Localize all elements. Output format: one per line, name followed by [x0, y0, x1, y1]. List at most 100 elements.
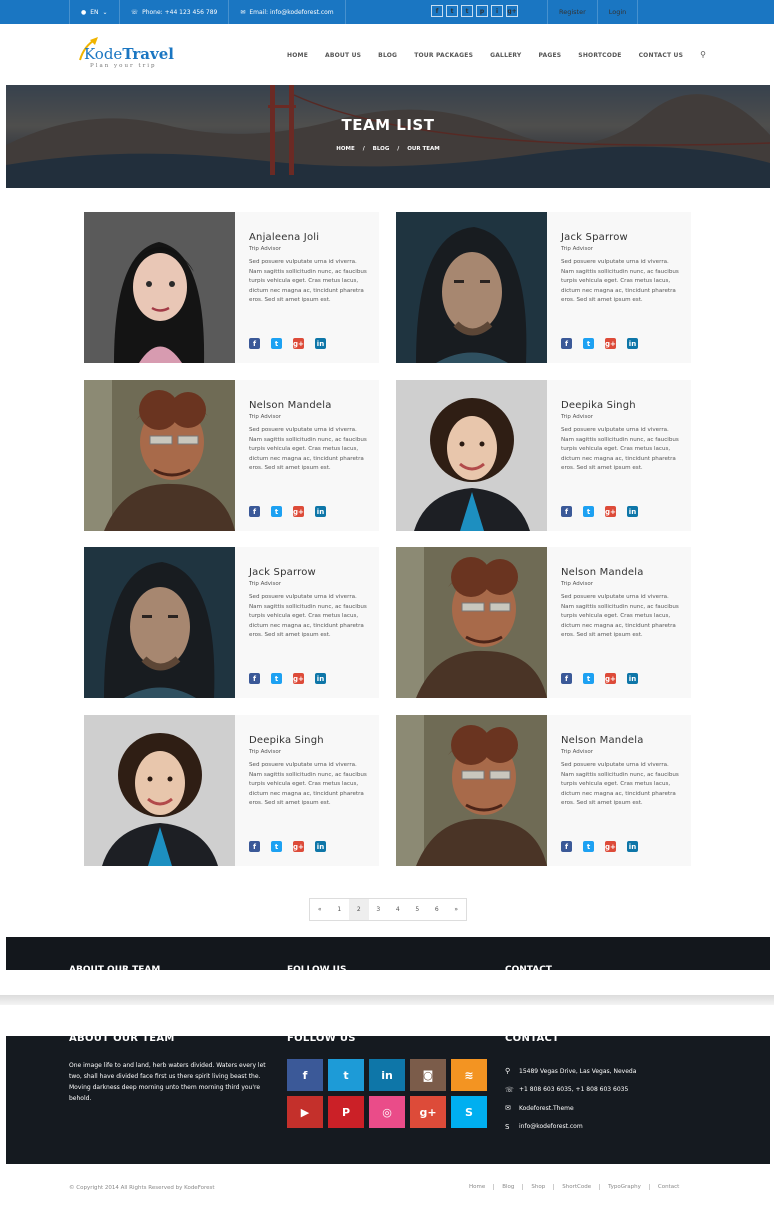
facebook-icon[interactable]: f — [287, 1059, 323, 1091]
member-name[interactable]: Jack Sparrow — [249, 567, 367, 578]
tumblr-icon[interactable]: t — [461, 5, 473, 17]
twitter-icon[interactable]: t — [446, 5, 458, 17]
twitter-icon[interactable]: t — [583, 506, 594, 517]
instagram-icon[interactable]: i — [491, 5, 503, 17]
nav-pages[interactable]: PAGES — [538, 52, 561, 59]
login-link[interactable]: Login — [596, 0, 639, 24]
logo[interactable]: KodeTravel Plan your trip — [76, 34, 186, 74]
footer-link-shortcode[interactable]: ShortCode — [553, 1184, 599, 1190]
linkedin-icon[interactable]: in — [627, 673, 638, 684]
linkedin-icon[interactable]: in — [627, 338, 638, 349]
member-description: Sed posuere vulputate urna id viverra. N… — [249, 427, 367, 471]
facebook-icon[interactable]: f — [249, 673, 260, 684]
nav-about-us[interactable]: ABOUT US — [325, 52, 361, 59]
member-name[interactable]: Jack Sparrow — [561, 232, 679, 243]
member-name[interactable]: Nelson Mandela — [561, 567, 679, 578]
footer-link-blog[interactable]: Blog — [493, 1184, 522, 1190]
page-prev[interactable]: « — [310, 899, 330, 920]
twitter-icon[interactable]: t — [271, 506, 282, 517]
google-plus-icon[interactable]: g+ — [410, 1096, 446, 1128]
member-social-links: f t g+ in — [249, 673, 326, 684]
skype-icon[interactable]: S — [451, 1096, 487, 1128]
twitter-icon[interactable]: t — [328, 1059, 364, 1091]
google-plus-icon[interactable]: g+ — [605, 338, 616, 349]
member-photo — [84, 212, 235, 363]
linkedin-icon[interactable]: in — [369, 1059, 405, 1091]
member-description: Sed posuere vulputate urna id viverra. N… — [561, 594, 679, 638]
page-next[interactable]: » — [447, 899, 467, 920]
contact-row: ☏ +1 808 603 6035, +1 808 603 6035 — [505, 1081, 636, 1100]
google-plus-icon[interactable]: g+ — [506, 5, 518, 17]
facebook-icon[interactable]: f — [561, 506, 572, 517]
footer-about-title-cut: ABOUT OUR TEAM — [69, 965, 161, 970]
facebook-icon[interactable]: f — [431, 5, 443, 17]
register-link[interactable]: Register — [547, 0, 597, 24]
facebook-icon[interactable]: f — [249, 338, 260, 349]
footer-contact-list: ⚲ 15489 Vegas Drive, Las Vegas, Neveda ☏ +1… — [505, 1062, 636, 1136]
email-info[interactable]: ✉ Email: info@kodeforest.com — [229, 0, 346, 24]
twitter-icon[interactable]: t — [583, 841, 594, 852]
pinterest-icon[interactable]: P — [328, 1096, 364, 1128]
page-6[interactable]: 6 — [427, 899, 447, 920]
google-plus-icon[interactable]: g+ — [293, 338, 304, 349]
logo-word-kode: Kode — [84, 45, 123, 63]
linkedin-icon[interactable]: in — [315, 673, 326, 684]
nav-contact-us[interactable]: CONTACT US — [639, 52, 684, 59]
nav-gallery[interactable]: GALLERY — [490, 52, 521, 59]
page-3[interactable]: 3 — [369, 899, 389, 920]
footer-link-contact[interactable]: Contact — [648, 1184, 687, 1190]
google-plus-icon[interactable]: g+ — [605, 841, 616, 852]
search-icon[interactable]: ⚲ — [700, 50, 706, 59]
nav-shortcode[interactable]: SHORTCODE — [578, 52, 621, 59]
page-2[interactable]: 2 — [349, 899, 369, 920]
rss-icon[interactable]: ≋ — [451, 1059, 487, 1091]
google-plus-icon[interactable]: g+ — [293, 673, 304, 684]
twitter-icon[interactable]: t — [583, 338, 594, 349]
youtube-icon[interactable]: ▶ — [287, 1096, 323, 1128]
member-name[interactable]: Anjaleena Joli — [249, 232, 367, 243]
member-description: Sed posuere vulputate urna id viverra. N… — [561, 259, 679, 303]
language-selector[interactable]: ● EN ⌄ — [69, 0, 120, 24]
google-plus-icon[interactable]: g+ — [293, 506, 304, 517]
dribbble-icon[interactable]: ◎ — [369, 1096, 405, 1128]
linkedin-icon[interactable]: in — [315, 338, 326, 349]
facebook-icon[interactable]: f — [249, 506, 260, 517]
member-name[interactable]: Deepika Singh — [561, 400, 679, 411]
google-plus-icon[interactable]: g+ — [605, 506, 616, 517]
linkedin-icon[interactable]: in — [315, 841, 326, 852]
nav-tour-packages[interactable]: TOUR PACKAGES — [414, 52, 473, 59]
page-5[interactable]: 5 — [408, 899, 428, 920]
twitter-icon[interactable]: t — [271, 338, 282, 349]
instagram-icon[interactable]: ◙ — [410, 1059, 446, 1091]
member-name[interactable]: Deepika Singh — [249, 735, 367, 746]
breadcrumb-blog[interactable]: BLOG — [373, 146, 390, 152]
footer-link-typography[interactable]: TypoGraphy — [599, 1184, 649, 1190]
chevron-down-icon: ⌄ — [102, 8, 108, 16]
page-1[interactable]: 1 — [330, 899, 350, 920]
twitter-icon[interactable]: t — [271, 673, 282, 684]
linkedin-icon[interactable]: in — [315, 506, 326, 517]
footer-follow-title-cut: FOLLOW US — [287, 965, 347, 970]
footer-link-home[interactable]: Home — [469, 1184, 493, 1190]
facebook-icon[interactable]: f — [561, 841, 572, 852]
member-photo — [396, 380, 547, 531]
page-4[interactable]: 4 — [388, 899, 408, 920]
nav-home[interactable]: HOME — [287, 52, 308, 59]
envelope-icon: ✉ — [505, 1104, 511, 1113]
contact-text: Kodeforest.Theme — [519, 1104, 574, 1112]
google-plus-icon[interactable]: g+ — [605, 673, 616, 684]
facebook-icon[interactable]: f — [561, 338, 572, 349]
breadcrumb-home[interactable]: HOME — [336, 146, 355, 152]
member-name[interactable]: Nelson Mandela — [561, 735, 679, 746]
google-plus-icon[interactable]: g+ — [293, 841, 304, 852]
linkedin-icon[interactable]: in — [627, 841, 638, 852]
nav-blog[interactable]: BLOG — [378, 52, 397, 59]
footer-link-shop[interactable]: Shop — [522, 1184, 553, 1190]
twitter-icon[interactable]: t — [271, 841, 282, 852]
facebook-icon[interactable]: f — [249, 841, 260, 852]
linkedin-icon[interactable]: in — [627, 506, 638, 517]
facebook-icon[interactable]: f — [561, 673, 572, 684]
twitter-icon[interactable]: t — [583, 673, 594, 684]
pinterest-icon[interactable]: p — [476, 5, 488, 17]
member-name[interactable]: Nelson Mandela — [249, 400, 367, 411]
